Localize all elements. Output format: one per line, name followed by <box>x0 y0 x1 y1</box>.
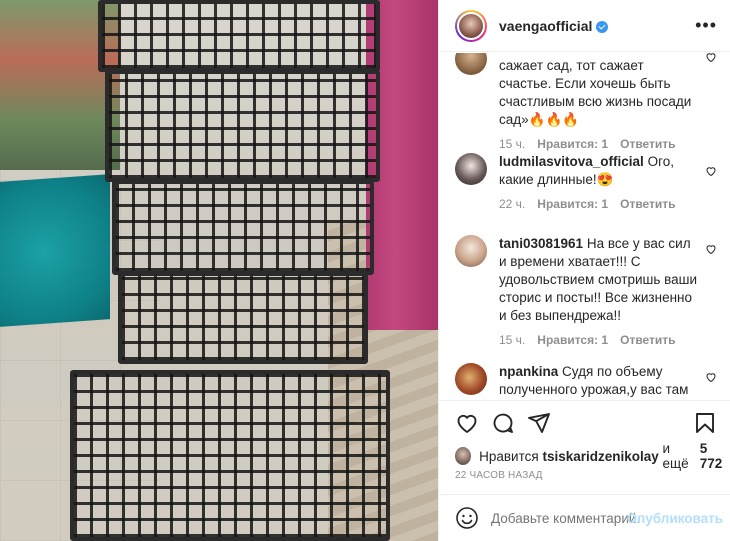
crate-peppers-4 <box>118 272 368 364</box>
liker-avatar[interactable] <box>455 447 472 465</box>
comment-item: сажает сад, тот сажает счастье. Если хоч… <box>455 53 717 151</box>
author-avatar[interactable] <box>455 9 487 42</box>
commenter-avatar[interactable] <box>455 53 487 75</box>
commenter-username[interactable]: npankina <box>499 364 558 379</box>
verified-badge-icon <box>596 20 609 33</box>
reply-button[interactable]: Ответить <box>620 197 675 211</box>
comment-time[interactable]: 22 ч. <box>499 197 525 211</box>
add-comment-bar: Опубликовать <box>439 494 730 541</box>
crate-peppers-3 <box>112 180 374 275</box>
comment-item: ludmilasvitova_official Ого, какие длинн… <box>455 153 717 211</box>
comment-item: npankina Судя по объему полученного урож… <box>455 363 717 399</box>
share-icon[interactable] <box>527 411 551 435</box>
comment-icon[interactable] <box>491 411 515 435</box>
heart-icon[interactable] <box>705 53 717 63</box>
teal-rug <box>0 174 110 327</box>
heart-icon[interactable] <box>705 371 717 383</box>
likes-summary: Нравится tsiskaridzenikolay и ещё 5 772 <box>455 441 730 471</box>
commenter-username[interactable]: ludmilasvitova_official <box>499 154 644 169</box>
commenter-username[interactable]: tani03081961 <box>499 236 583 251</box>
post-timestamp[interactable]: 22 часов назад <box>455 470 543 481</box>
heart-icon[interactable] <box>455 411 479 435</box>
likes-count[interactable]: 5 772 <box>700 441 730 471</box>
likes-suffix: и ещё <box>662 441 689 471</box>
commenter-avatar[interactable] <box>455 235 487 267</box>
commenter-avatar[interactable] <box>455 363 487 395</box>
comment-input[interactable] <box>491 510 641 526</box>
action-bar <box>439 400 730 446</box>
commenter-avatar[interactable] <box>455 153 487 185</box>
comment-time[interactable]: 15 ч. <box>499 333 525 347</box>
comment-item: tani03081961 На все у вас сил и времени … <box>455 235 717 347</box>
publish-button[interactable]: Опубликовать <box>627 511 723 526</box>
reply-button[interactable]: Ответить <box>620 137 675 151</box>
bookmark-icon[interactable] <box>693 411 717 435</box>
author-username[interactable]: vaengaofficial <box>499 18 592 34</box>
comment-likes[interactable]: Нравится: 1 <box>537 333 608 347</box>
more-options-icon[interactable]: ••• <box>695 16 717 34</box>
heart-icon[interactable] <box>705 165 717 177</box>
reply-button[interactable]: Ответить <box>620 333 675 347</box>
likes-prefix: Нравится <box>479 448 539 464</box>
emoji-icon[interactable] <box>455 506 479 530</box>
comment-likes[interactable]: Нравится: 1 <box>537 197 608 211</box>
comments-list[interactable]: сажает сад, тот сажает счастье. Если хоч… <box>439 53 730 399</box>
post-header: vaengaofficial ••• <box>439 0 730 52</box>
heart-icon[interactable] <box>705 243 717 255</box>
post-photo[interactable] <box>0 0 438 541</box>
crate-eggplants <box>70 370 390 541</box>
crate-peppers-2 <box>105 70 380 182</box>
crate-peppers-top <box>98 0 380 72</box>
post-sidebar: vaengaofficial ••• сажает сад, тот сажае… <box>438 0 730 541</box>
liker-username[interactable]: tsiskaridzenikolay <box>542 449 658 464</box>
comment-likes[interactable]: Нравится: 1 <box>537 137 608 151</box>
comment-text: сажает сад, тот сажает счастье. Если хоч… <box>499 58 692 127</box>
comment-time[interactable]: 15 ч. <box>499 137 525 151</box>
